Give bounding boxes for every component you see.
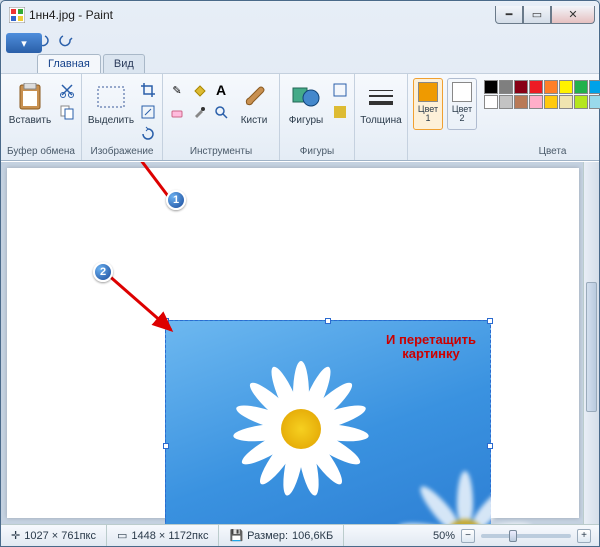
crop-icon[interactable] bbox=[138, 80, 158, 100]
titlebar: 1нн4.jpg - Paint ━ ▭ ✕ bbox=[1, 1, 599, 29]
palette-swatch[interactable] bbox=[589, 95, 600, 109]
palette-swatch[interactable] bbox=[484, 80, 498, 94]
palette-swatch[interactable] bbox=[559, 80, 573, 94]
paint-app-icon bbox=[9, 7, 25, 23]
select-button[interactable]: Выделить bbox=[86, 76, 136, 146]
palette-swatch[interactable] bbox=[529, 80, 543, 94]
palette-swatch[interactable] bbox=[514, 80, 528, 94]
magnifier-icon[interactable] bbox=[211, 102, 231, 122]
brush-icon bbox=[238, 81, 270, 113]
color2-button[interactable]: Цвет 2 bbox=[447, 78, 477, 130]
color1-button[interactable]: Цвет 1 bbox=[413, 78, 443, 130]
group-tools: ✎ A Кисти Инструменты bbox=[163, 74, 280, 160]
vertical-scrollbar[interactable] bbox=[583, 162, 599, 524]
thickness-button[interactable]: Толщина bbox=[359, 76, 403, 146]
copy-icon[interactable] bbox=[57, 102, 77, 122]
rotate-icon[interactable] bbox=[138, 124, 158, 144]
selected-image[interactable]: И перетащить картинку bbox=[165, 320, 491, 524]
zoom-controls: 50% − + bbox=[425, 529, 599, 543]
group-thickness: Толщина bbox=[355, 74, 408, 160]
palette-swatch[interactable] bbox=[574, 95, 588, 109]
text-icon[interactable]: A bbox=[211, 80, 231, 100]
shapes-icon bbox=[290, 81, 322, 113]
palette-swatch[interactable] bbox=[589, 80, 600, 94]
selection-rect-icon bbox=[95, 81, 127, 113]
flower-image-bg bbox=[390, 461, 510, 524]
picker-icon[interactable] bbox=[189, 102, 209, 122]
zoom-value: 50% bbox=[433, 530, 455, 542]
pencil-icon[interactable]: ✎ bbox=[167, 80, 187, 100]
selection-size-icon: ▭ bbox=[117, 529, 127, 542]
quick-access-toolbar bbox=[1, 29, 599, 51]
disk-icon: 💾 bbox=[229, 529, 243, 542]
palette-swatch[interactable] bbox=[574, 80, 588, 94]
window-title: 1нн4.jpg - Paint bbox=[29, 8, 495, 22]
close-button[interactable]: ✕ bbox=[551, 6, 595, 24]
annotation-text: И перетащить картинку bbox=[386, 333, 476, 362]
status-selection: ▭1448 × 1172пкс bbox=[107, 525, 219, 546]
canvas[interactable]: И перетащить картинку bbox=[7, 168, 579, 518]
eraser-icon[interactable] bbox=[167, 102, 187, 122]
clipboard-icon bbox=[14, 81, 46, 113]
paint-window: 1нн4.jpg - Paint ━ ▭ ✕ ▾ Главная Вид Вст… bbox=[0, 0, 600, 547]
cut-icon[interactable] bbox=[57, 80, 77, 100]
palette-swatch[interactable] bbox=[544, 95, 558, 109]
fillshape-icon[interactable] bbox=[330, 102, 350, 122]
palette-swatch[interactable] bbox=[529, 95, 543, 109]
canvas-area: И перетащить картинку 1 2 bbox=[1, 161, 599, 524]
tab-home[interactable]: Главная bbox=[37, 54, 101, 73]
palette-swatch[interactable] bbox=[499, 95, 513, 109]
maximize-button[interactable]: ▭ bbox=[523, 6, 551, 24]
color1-swatch bbox=[418, 82, 438, 102]
group-image: Выделить Изображение bbox=[82, 74, 163, 160]
outline-icon[interactable] bbox=[330, 80, 350, 100]
status-size: 💾Размер: 106,6КБ bbox=[219, 525, 344, 546]
palette-swatch[interactable] bbox=[484, 95, 498, 109]
fill-icon[interactable] bbox=[189, 80, 209, 100]
brushes-button[interactable]: Кисти bbox=[233, 76, 275, 146]
ribbon: Вставить Буфер обмена Выделить bbox=[1, 73, 599, 161]
group-shapes: Фигуры Фигуры bbox=[280, 74, 355, 160]
flower-image bbox=[226, 351, 376, 501]
paste-button[interactable]: Вставить bbox=[5, 76, 55, 146]
palette-swatch[interactable] bbox=[559, 95, 573, 109]
cursor-icon: ✛ bbox=[11, 529, 20, 542]
ribbon-tabs: Главная Вид bbox=[1, 51, 599, 73]
redo-icon[interactable] bbox=[57, 31, 75, 49]
shapes-button[interactable]: Фигуры bbox=[284, 76, 328, 146]
color-palette[interactable] bbox=[484, 76, 600, 109]
minimize-button[interactable]: ━ bbox=[495, 6, 523, 24]
status-cursor: ✛1027 × 761пкс bbox=[1, 525, 107, 546]
tab-view[interactable]: Вид bbox=[103, 54, 145, 73]
palette-swatch[interactable] bbox=[499, 80, 513, 94]
color2-swatch bbox=[452, 82, 472, 102]
palette-swatch[interactable] bbox=[514, 95, 528, 109]
annotation-badge-2: 2 bbox=[93, 262, 113, 282]
palette-swatch[interactable] bbox=[544, 80, 558, 94]
status-bar: ✛1027 × 761пкс ▭1448 × 1172пкс 💾Размер: … bbox=[1, 524, 599, 546]
annotation-badge-1: 1 bbox=[166, 190, 186, 210]
group-colors: Цвет 1 Цвет 2 Изменение цветов Цвета bbox=[408, 74, 600, 160]
file-menu-button[interactable]: ▾ bbox=[6, 33, 42, 53]
zoom-in-button[interactable]: + bbox=[577, 529, 591, 543]
thickness-icon bbox=[365, 81, 397, 113]
resize-icon[interactable] bbox=[138, 102, 158, 122]
zoom-slider[interactable] bbox=[481, 534, 571, 538]
zoom-out-button[interactable]: − bbox=[461, 529, 475, 543]
group-clipboard: Вставить Буфер обмена bbox=[1, 74, 82, 160]
